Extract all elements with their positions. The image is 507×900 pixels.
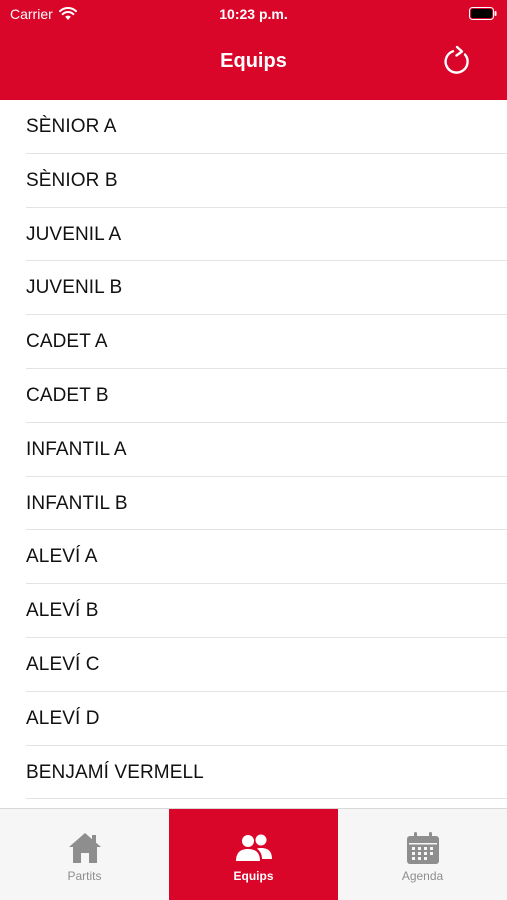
app-screen: Carrier 10:23 p.m. Equips SÈNIOR A SÈNIO… xyxy=(0,0,507,900)
list-item[interactable]: CADET B xyxy=(0,369,507,423)
team-label: ALEVÍ C xyxy=(26,653,100,675)
status-bar: Carrier 10:23 p.m. xyxy=(0,0,507,28)
list-item[interactable]: SÈNIOR B xyxy=(0,154,507,208)
navigation-header: Carrier 10:23 p.m. Equips xyxy=(0,0,507,100)
team-label: CADET B xyxy=(26,384,109,406)
refresh-button[interactable] xyxy=(441,45,475,82)
list-item[interactable]: CADET A xyxy=(0,315,507,369)
tab-label: Agenda xyxy=(401,869,444,883)
page-title: Equips xyxy=(220,50,287,72)
status-time: 10:23 p.m. xyxy=(219,6,288,22)
list-item[interactable]: ALEVÍ B xyxy=(0,584,507,638)
team-label: CADET A xyxy=(26,331,108,353)
tab-label: Partits xyxy=(67,869,102,883)
list-item[interactable]: INFANTIL B xyxy=(0,477,507,531)
tab-equips[interactable]: Equips xyxy=(169,809,338,900)
row-divider xyxy=(26,798,507,800)
team-label: INFANTIL A xyxy=(26,438,127,460)
team-label: JUVENIL B xyxy=(26,277,123,299)
team-label: JUVENIL A xyxy=(26,223,122,245)
home-icon xyxy=(66,829,104,867)
team-label: SÈNIOR B xyxy=(26,169,118,191)
refresh-icon xyxy=(443,45,473,82)
team-label: BENJAMÍ VERMELL xyxy=(26,761,204,783)
list-item[interactable]: ALEVÍ C xyxy=(0,638,507,692)
tab-partits[interactable]: Partits xyxy=(0,809,169,900)
list-item[interactable]: INFANTIL A xyxy=(0,423,507,477)
people-icon xyxy=(235,829,273,867)
list-item[interactable]: ALEVÍ A xyxy=(0,530,507,585)
list-item[interactable]: BENJAMÍ VERMELL xyxy=(0,746,507,800)
team-label: ALEVÍ A xyxy=(26,546,98,568)
battery-icon xyxy=(469,7,497,20)
list-item[interactable]: ALEVÍ D xyxy=(0,692,507,746)
team-label: INFANTIL B xyxy=(26,492,128,514)
team-label: ALEVÍ B xyxy=(26,600,99,622)
list-item[interactable]: JUVENIL B xyxy=(0,261,507,316)
team-label: ALEVÍ D xyxy=(26,707,100,729)
team-label: SÈNIOR A xyxy=(26,116,117,137)
tab-agenda[interactable]: Agenda xyxy=(338,809,507,900)
list-item[interactable]: SÈNIOR A xyxy=(0,100,507,154)
tab-bar: Partits Equips Agenda xyxy=(0,808,507,900)
list-item[interactable]: JUVENIL A xyxy=(0,208,507,262)
teams-list: SÈNIOR A SÈNIOR B JUVENIL A JUVENIL B CA… xyxy=(0,100,507,808)
calendar-icon xyxy=(404,829,442,867)
tab-label: Equips xyxy=(233,869,274,883)
